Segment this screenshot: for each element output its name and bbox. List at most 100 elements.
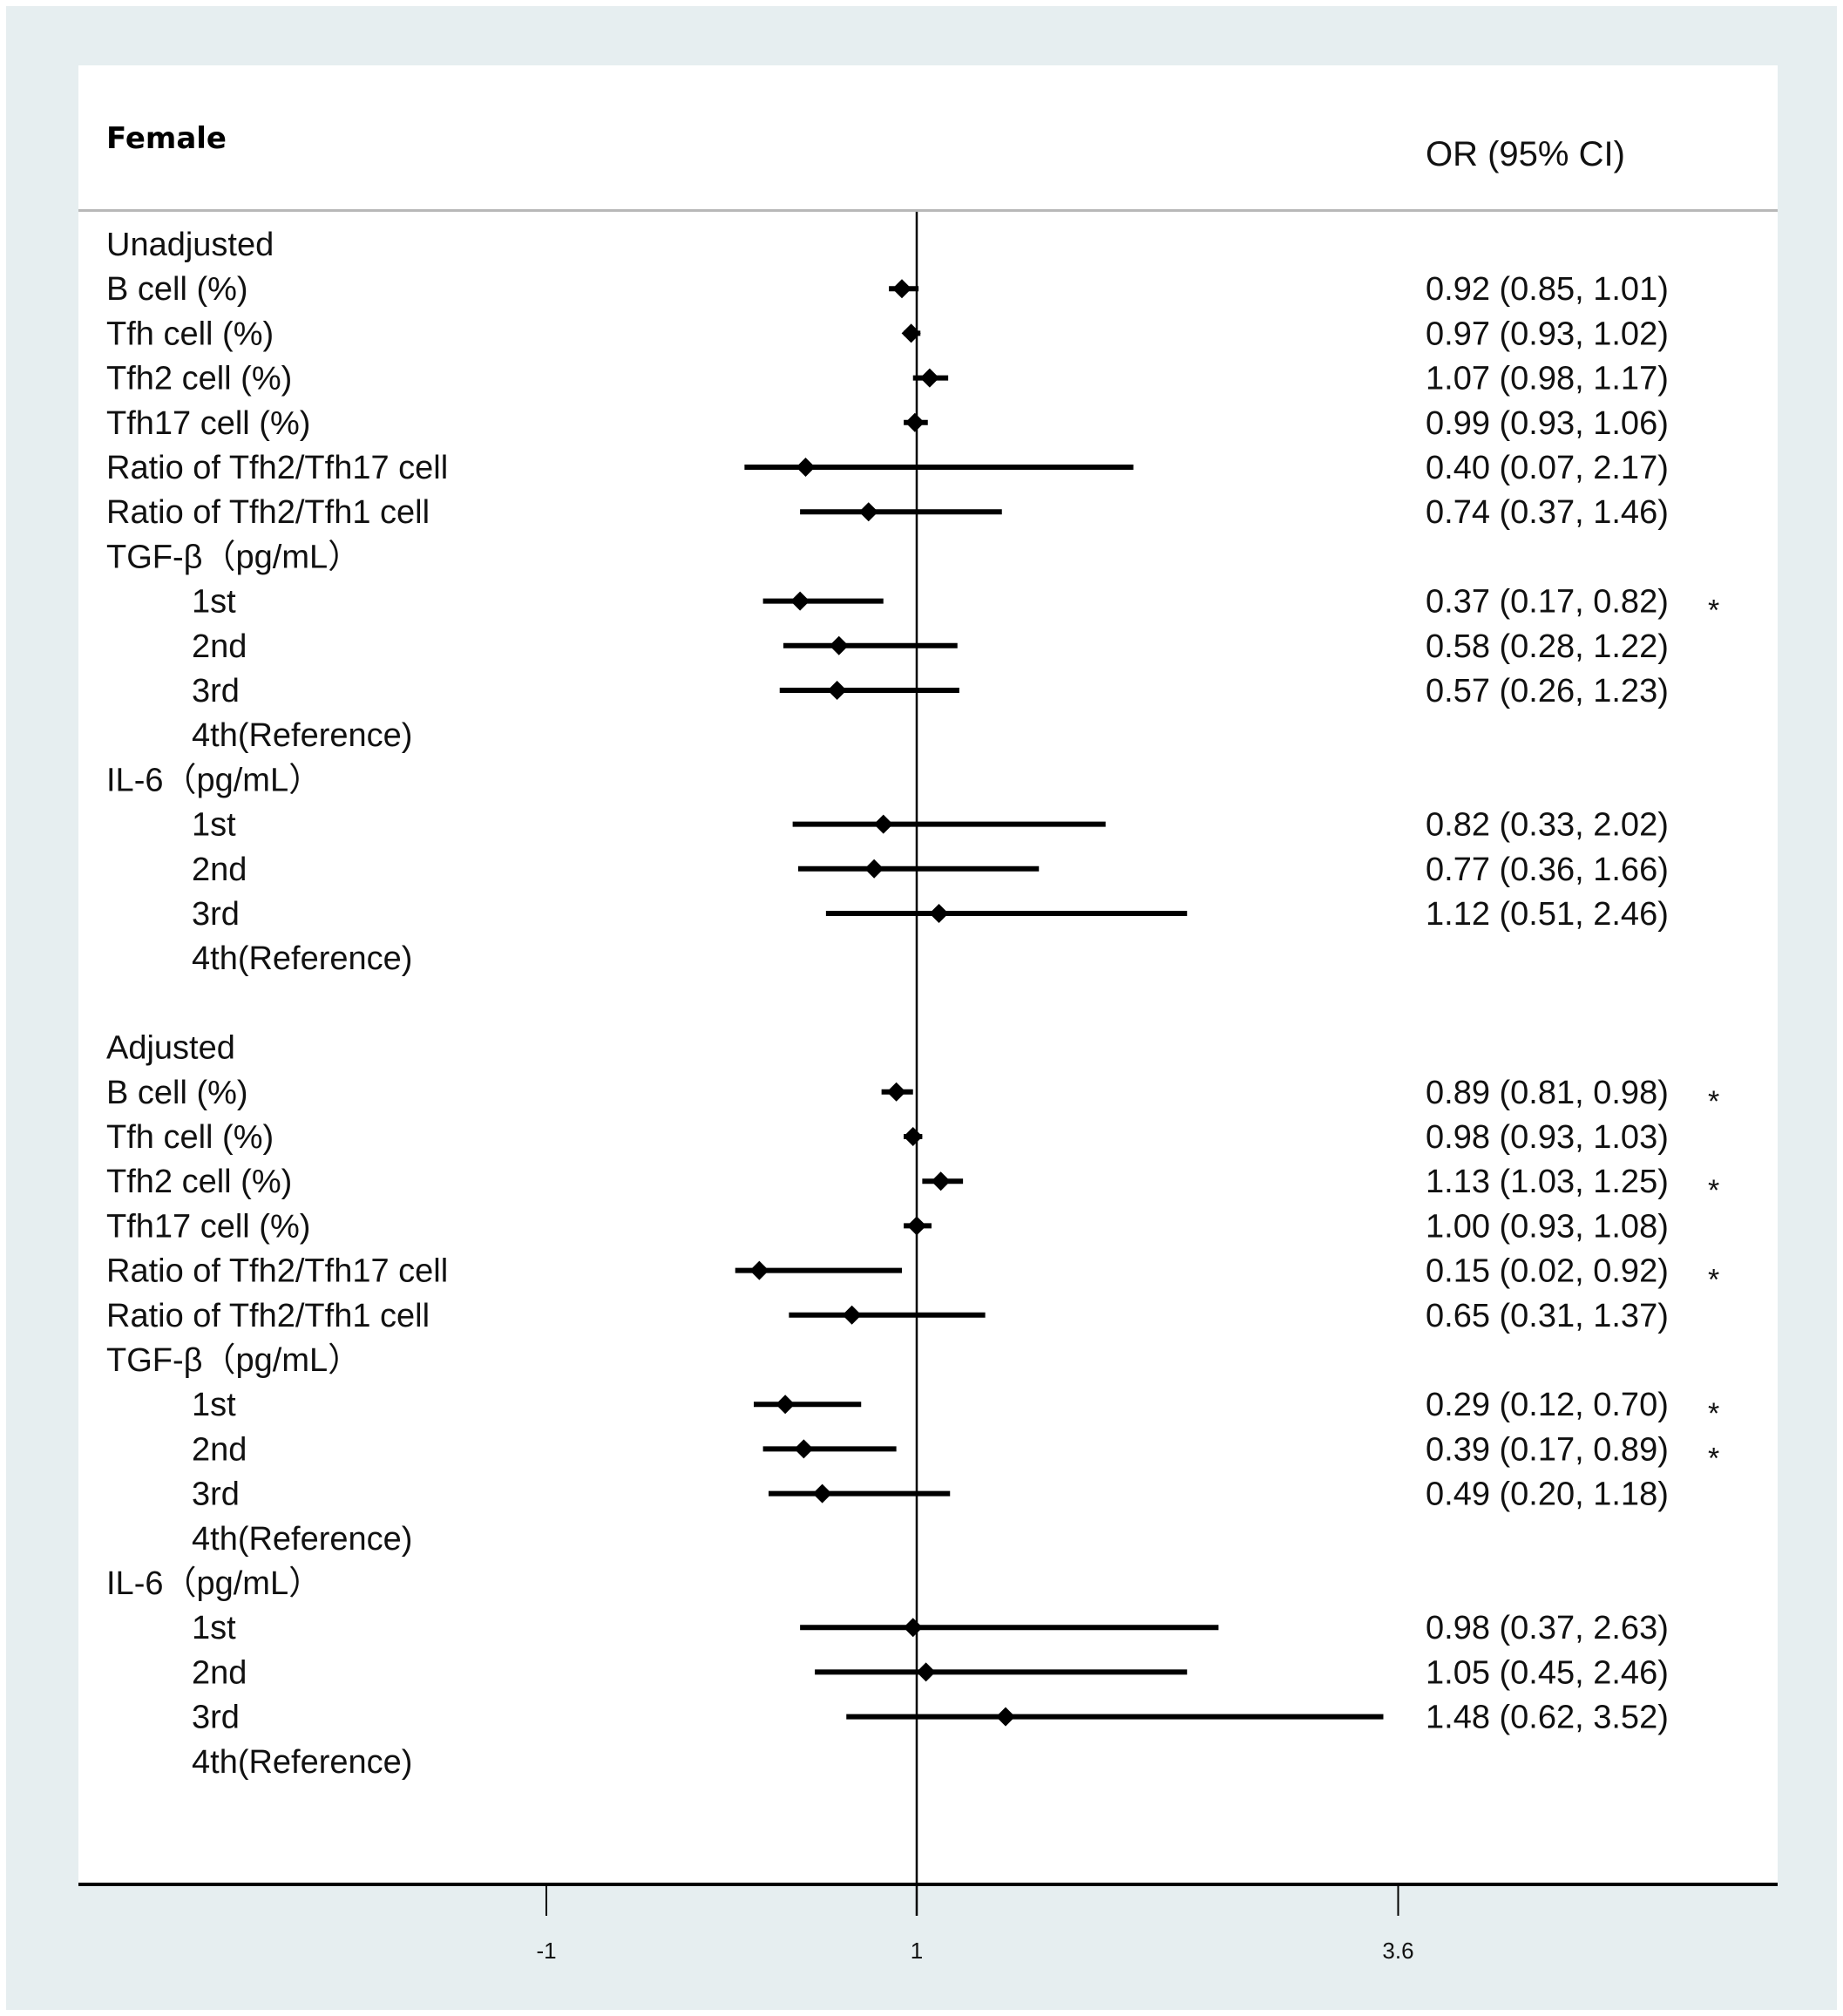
- forest-row: Ratio of Tfh2/Tfh17 cell 0.40 (0.07, 2.17…: [106, 450, 1669, 486]
- section-label: Unadjusted: [106, 227, 274, 263]
- or-ci-value: 0.74 (0.37, 1.46): [1426, 494, 1669, 531]
- or-ci-value: 0.58 (0.28, 1.22): [1426, 628, 1669, 665]
- row-label: 2nd: [192, 1431, 247, 1468]
- point-estimate-marker: [812, 1483, 832, 1504]
- or-ci-value: 0.99 (0.93, 1.06): [1426, 405, 1669, 442]
- point-estimate-marker: [901, 323, 921, 343]
- point-estimate-marker: [931, 1171, 951, 1191]
- row-label: 1st: [192, 807, 236, 844]
- row-label: Tfh cell (%): [106, 316, 274, 352]
- row-label: B cell (%): [106, 1075, 248, 1111]
- forest-row: 1st 0.29 (0.12, 0.70) *: [192, 1387, 1719, 1430]
- row-label: Ratio of Tfh2/Tfh17 cell: [106, 450, 448, 486]
- chart-title: Female: [106, 121, 227, 156]
- forest-row: 3rd 1.12 (0.51, 2.46): [192, 896, 1669, 933]
- forest-row: Tfh cell (%) 0.97 (0.93, 1.02): [106, 316, 1669, 352]
- or-ci-value: 0.77 (0.36, 1.66): [1426, 852, 1669, 888]
- or-ci-value: 1.05 (0.45, 2.46): [1426, 1654, 1669, 1691]
- row-label: 3rd: [192, 673, 240, 709]
- or-ci-value: 0.92 (0.85, 1.01): [1426, 271, 1669, 308]
- point-estimate-marker: [892, 279, 911, 299]
- row-label: Ratio of Tfh2/Tfh1 cell: [106, 494, 430, 531]
- forest-row: 4th(Reference): [192, 717, 412, 754]
- forest-row: IL-6（pg/mL）: [106, 762, 322, 798]
- row-label: Ratio of Tfh2/Tfh17 cell: [106, 1253, 448, 1290]
- forest-row: Tfh2 cell (%) 1.07 (0.98, 1.17): [106, 361, 1669, 397]
- point-estimate-marker: [903, 1127, 923, 1146]
- forest-row: 4th(Reference): [192, 1744, 412, 1781]
- group-label: TGF-β（pg/mL）: [106, 539, 361, 575]
- or-ci-value: 0.37 (0.17, 0.82): [1426, 584, 1669, 621]
- x-tick-label: 3.6: [1382, 1938, 1413, 1964]
- forest-row: 2nd 1.05 (0.45, 2.46): [192, 1654, 1669, 1691]
- or-ci-value: 0.98 (0.37, 2.63): [1426, 1610, 1669, 1646]
- significance-asterisk: *: [1708, 1085, 1719, 1118]
- or-ci-value: 0.39 (0.17, 0.89): [1426, 1431, 1669, 1468]
- or-ci-column-header: OR (95% CI): [1426, 135, 1625, 173]
- group-label: TGF-β（pg/mL）: [106, 1342, 361, 1379]
- point-estimate-marker: [790, 591, 810, 611]
- row-label: 3rd: [192, 1476, 240, 1513]
- point-estimate-marker: [929, 904, 949, 923]
- or-ci-value: 1.00 (0.93, 1.08): [1426, 1208, 1669, 1245]
- row-label: Ratio of Tfh2/Tfh1 cell: [106, 1298, 430, 1334]
- point-estimate-marker: [749, 1260, 769, 1280]
- forest-row: TGF-β（pg/mL）: [106, 539, 361, 575]
- point-estimate-marker: [794, 1439, 814, 1459]
- row-label: 4th(Reference): [192, 940, 412, 977]
- forest-row: 1st 0.82 (0.33, 2.02): [192, 807, 1669, 844]
- row-label: 4th(Reference): [192, 1744, 412, 1781]
- or-ci-value: 1.13 (1.03, 1.25): [1426, 1164, 1669, 1200]
- row-label: B cell (%): [106, 271, 248, 308]
- forest-row: B cell (%) 0.92 (0.85, 1.01): [106, 271, 1669, 308]
- point-estimate-marker: [905, 412, 925, 432]
- forest-plot: Female OR (95% CI) Unadjusted B cell (%) 0…: [78, 121, 1778, 1964]
- row-label: 3rd: [192, 1700, 240, 1736]
- significance-asterisk: *: [1708, 1264, 1719, 1297]
- forest-row: 2nd 0.77 (0.36, 1.66): [192, 852, 1669, 888]
- point-estimate-marker: [873, 814, 893, 834]
- row-label: 2nd: [192, 628, 247, 665]
- row-label: 1st: [192, 1610, 236, 1646]
- forest-row: 3rd 0.49 (0.20, 1.18): [192, 1476, 1669, 1513]
- point-estimate-marker: [796, 458, 816, 477]
- forest-row: 3rd 0.57 (0.26, 1.23): [192, 673, 1669, 709]
- row-label: 1st: [192, 1387, 236, 1423]
- forest-row: Tfh cell (%) 0.98 (0.93, 1.03): [106, 1119, 1669, 1156]
- row-label: 2nd: [192, 852, 247, 888]
- row-label: Tfh cell (%): [106, 1119, 274, 1156]
- group-label: IL-6（pg/mL）: [106, 1565, 322, 1602]
- section-label: Adjusted: [106, 1030, 235, 1067]
- row-label: 4th(Reference): [192, 717, 412, 754]
- forest-row: Adjusted: [106, 1030, 235, 1067]
- forest-row: 1st 0.98 (0.37, 2.63): [192, 1610, 1669, 1646]
- or-ci-value: 0.82 (0.33, 2.02): [1426, 807, 1669, 844]
- row-label: 1st: [192, 584, 236, 621]
- forest-row: 3rd 1.48 (0.62, 3.52): [192, 1700, 1669, 1736]
- forest-row: Ratio of Tfh2/Tfh1 cell 0.74 (0.37, 1.46): [106, 494, 1669, 531]
- row-label: 2nd: [192, 1654, 247, 1691]
- row-label: Tfh2 cell (%): [106, 361, 292, 397]
- point-estimate-marker: [864, 859, 884, 879]
- row-label: Tfh17 cell (%): [106, 1208, 310, 1245]
- or-ci-value: 0.98 (0.93, 1.03): [1426, 1119, 1669, 1156]
- significance-asterisk: *: [1708, 1397, 1719, 1430]
- forest-row: Tfh17 cell (%) 0.99 (0.93, 1.06): [106, 405, 1669, 442]
- row-label: Tfh2 cell (%): [106, 1164, 292, 1200]
- or-ci-value: 0.49 (0.20, 1.18): [1426, 1476, 1669, 1513]
- point-estimate-marker: [903, 1618, 923, 1638]
- forest-row: Tfh17 cell (%) 1.00 (0.93, 1.08): [106, 1208, 1669, 1245]
- rows-layer: Unadjusted B cell (%) 0.92 (0.85, 1.01) Tfh…: [106, 227, 1719, 1781]
- forest-row: IL-6（pg/mL）: [106, 1565, 322, 1602]
- point-estimate-marker: [842, 1305, 862, 1325]
- significance-asterisk: *: [1708, 1174, 1719, 1207]
- forest-row: Unadjusted: [106, 227, 274, 263]
- forest-row: Ratio of Tfh2/Tfh17 cell 0.15 (0.02, 0.92…: [106, 1253, 1719, 1297]
- significance-asterisk: *: [1708, 1442, 1719, 1475]
- forest-row: Ratio of Tfh2/Tfh1 cell 0.65 (0.31, 1.37): [106, 1298, 1669, 1334]
- or-ci-value: 0.29 (0.12, 0.70): [1426, 1387, 1669, 1423]
- x-tick-label: -1: [536, 1938, 556, 1964]
- point-estimate-marker: [858, 502, 878, 522]
- x-tick-label: 1: [911, 1938, 923, 1964]
- or-ci-value: 0.89 (0.81, 0.98): [1426, 1075, 1669, 1111]
